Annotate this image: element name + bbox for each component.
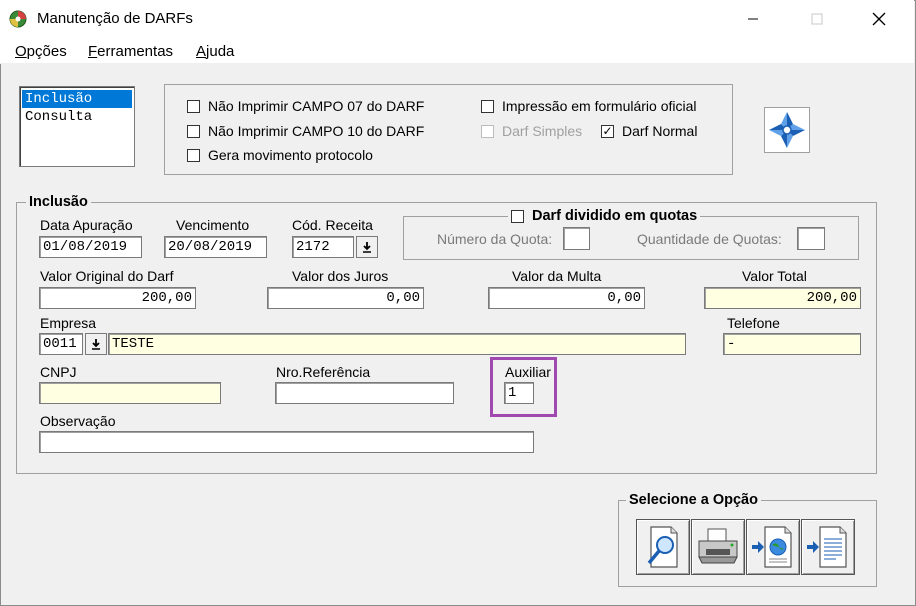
cnpj-input bbox=[39, 382, 221, 404]
nro-referencia-input[interactable] bbox=[275, 382, 454, 404]
compass-logo-icon bbox=[769, 112, 805, 148]
arrow-document-icon bbox=[807, 526, 847, 568]
numero-quota-input[interactable] bbox=[563, 227, 590, 250]
empresa-nome-input: TESTE bbox=[108, 333, 686, 355]
chk-nao-imprimir-10[interactable]: Não Imprimir CAMPO 10 do DARF bbox=[187, 123, 424, 139]
list-item-consulta[interactable]: Consulta bbox=[22, 108, 132, 126]
numero-quota-label: Número da Quota: bbox=[437, 231, 553, 247]
checkbox[interactable] bbox=[481, 99, 494, 113]
vencimento-input[interactable]: 20/08/2019 bbox=[164, 236, 267, 258]
chk-nao-imprimir-07[interactable]: Não Imprimir CAMPO 07 do DARF bbox=[187, 98, 424, 114]
globe-document-icon bbox=[752, 526, 792, 568]
telefone-input: - bbox=[723, 333, 861, 355]
auxiliar-label: Auxiliar bbox=[505, 364, 551, 380]
menu-ferramentas[interactable]: Ferramentas bbox=[88, 43, 173, 60]
checkbox[interactable] bbox=[187, 99, 200, 113]
chk-gera-movimento[interactable]: Gera movimento protocolo bbox=[187, 147, 373, 163]
inclusao-title: Inclusão bbox=[26, 194, 91, 210]
valor-multa-label: Valor da Multa bbox=[512, 268, 602, 284]
app-globe-icon bbox=[9, 10, 27, 28]
data-apuracao-label: Data Apuração bbox=[40, 217, 133, 233]
arrow-down-icon bbox=[363, 242, 371, 253]
cod-receita-dropdown-button[interactable] bbox=[356, 236, 378, 258]
auxiliar-input[interactable]: 1 bbox=[504, 382, 534, 404]
export-document-button[interactable] bbox=[801, 519, 855, 575]
mode-listbox[interactable]: Inclusão Consulta bbox=[19, 86, 135, 167]
logo-button[interactable] bbox=[764, 107, 810, 153]
valor-juros-label: Valor dos Juros bbox=[292, 268, 389, 284]
cod-receita-input[interactable]: 2172 bbox=[292, 236, 354, 258]
empresa-label: Empresa bbox=[40, 315, 97, 331]
maximize-icon bbox=[811, 13, 823, 25]
maximize-button bbox=[794, 0, 840, 38]
valor-original-input[interactable]: 200,00 bbox=[39, 287, 196, 309]
export-web-button[interactable] bbox=[746, 519, 800, 575]
list-item-inclusao[interactable]: Inclusão bbox=[22, 90, 132, 108]
checkbox[interactable] bbox=[187, 124, 200, 138]
menu-ajuda[interactable]: Ajuda bbox=[196, 43, 234, 60]
empresa-dropdown-button[interactable] bbox=[85, 333, 107, 355]
window-title: Manutenção de DARFs bbox=[37, 10, 193, 27]
observacao-input[interactable] bbox=[39, 431, 534, 453]
minimize-button[interactable] bbox=[730, 0, 776, 38]
menu-opcoes[interactable]: Opções bbox=[15, 43, 67, 60]
vencimento-label: Vencimento bbox=[176, 217, 250, 233]
selecione-title: Selecione a Opção bbox=[626, 492, 761, 508]
valor-total-label: Valor Total bbox=[742, 268, 807, 284]
checkbox bbox=[481, 124, 494, 138]
quotas-title[interactable]: Darf dividido em quotas bbox=[508, 208, 701, 224]
qtd-quotas-input[interactable] bbox=[797, 227, 825, 250]
valor-multa-input[interactable]: 0,00 bbox=[488, 287, 645, 309]
close-icon bbox=[872, 12, 886, 26]
search-button[interactable] bbox=[636, 519, 690, 575]
telefone-label: Telefone bbox=[727, 315, 780, 331]
chk-darf-simples: Darf Simples bbox=[481, 123, 582, 139]
empresa-codigo-input[interactable]: 0011 bbox=[39, 333, 83, 355]
valor-juros-input[interactable]: 0,00 bbox=[267, 287, 424, 309]
nro-referencia-label: Nro.Referência bbox=[276, 364, 371, 380]
printer-icon bbox=[698, 528, 738, 564]
cod-receita-label: Cód. Receita bbox=[292, 217, 373, 233]
checkbox[interactable] bbox=[187, 148, 200, 162]
close-button[interactable] bbox=[856, 0, 902, 38]
checkbox[interactable] bbox=[511, 209, 524, 223]
data-apuracao-input[interactable]: 01/08/2019 bbox=[39, 236, 142, 258]
arrow-down-icon bbox=[92, 339, 100, 350]
chk-impressao-oficial[interactable]: Impressão em formulário oficial bbox=[481, 98, 697, 114]
qtd-quotas-label: Quantidade de Quotas: bbox=[637, 231, 782, 247]
valor-total-input: 200,00 bbox=[704, 287, 861, 309]
magnifier-document-icon bbox=[647, 526, 678, 568]
cnpj-label: CNPJ bbox=[40, 364, 77, 380]
chk-darf-normal[interactable]: ✓ Darf Normal bbox=[601, 123, 697, 139]
observacao-label: Observação bbox=[40, 413, 116, 429]
minimize-icon bbox=[748, 18, 758, 20]
checkbox-checked[interactable]: ✓ bbox=[601, 124, 614, 138]
valor-original-label: Valor Original do Darf bbox=[40, 268, 174, 284]
print-button[interactable] bbox=[691, 519, 745, 575]
